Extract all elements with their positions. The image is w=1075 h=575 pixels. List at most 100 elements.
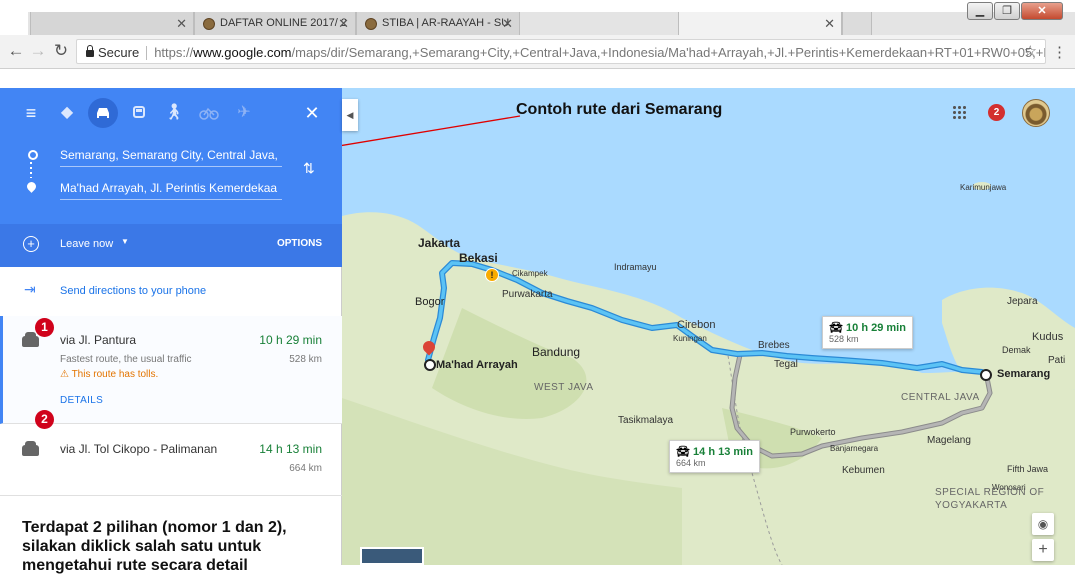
collapse-panel-button[interactable]: ◀	[342, 99, 358, 131]
browser-toolbar: ← → ↻ Secure https://www.google.com/maps/…	[0, 35, 1075, 69]
lock-icon	[86, 45, 94, 58]
car-icon	[22, 441, 39, 456]
browser-tab[interactable]: DAFTAR ONLINE 2017/ 2 ✕	[194, 12, 356, 35]
callout-label: Contoh rute dari Semarang	[516, 101, 723, 118]
satellite-toggle-thumbnail[interactable]	[360, 547, 424, 565]
leave-now-dropdown[interactable]: Leave now	[60, 238, 113, 250]
map-label-bekasi: Bekasi	[459, 251, 498, 265]
directions-panel: ≡ ◆ 🚶︎ ✈︎ ✕ Semarang, Semarang City, Cen…	[0, 88, 342, 565]
swap-endpoints-icon[interactable]: ⇅	[303, 160, 315, 177]
site-favicon-icon	[365, 17, 377, 30]
car-icon	[22, 332, 39, 347]
close-tab-icon[interactable]: ✕	[176, 12, 187, 35]
maximize-icon[interactable]: ❐	[994, 2, 1020, 20]
car-mode-icon[interactable]	[88, 98, 118, 128]
new-tab-button[interactable]	[842, 12, 872, 35]
route-duration: 10 h 29 min	[259, 333, 322, 347]
notification-badge[interactable]: 2	[988, 104, 1005, 121]
map-label-purwakarta: Purwakarta	[502, 289, 553, 300]
browser-menu-icon[interactable]: ⋮	[1052, 43, 1067, 61]
address-divider	[146, 45, 148, 60]
close-tab-icon[interactable]: ✕	[338, 12, 349, 35]
car-icon: 🚘︎	[829, 322, 843, 334]
flight-mode-icon[interactable]: ✈︎	[229, 98, 259, 128]
map-label-brebes: Brebes	[758, 340, 790, 351]
map-label-tegal: Tegal	[774, 359, 798, 370]
address-bar[interactable]: Secure https://www.google.com/maps/dir/Se…	[76, 39, 1046, 64]
route1-box-time: 10 h 29 min	[846, 322, 906, 334]
add-destination-icon[interactable]: +	[23, 236, 39, 252]
maps-top-strip	[0, 69, 1075, 89]
window-controls: ▁ ❐ ✕	[967, 2, 1063, 20]
site-favicon-icon	[203, 17, 215, 30]
destination-pin-icon	[25, 180, 38, 193]
apps-grid-icon[interactable]	[952, 105, 966, 119]
route-details-link[interactable]: DETAILS	[60, 395, 103, 406]
map-label-fifth-jawa: Fifth Jawa	[1007, 464, 1049, 474]
reload-icon[interactable]: ↻	[51, 41, 71, 61]
route1-box-distance: 528 km	[829, 334, 859, 344]
back-arrow-icon[interactable]: ←	[6, 41, 26, 61]
annotation-badge-1: 1	[35, 318, 54, 337]
cycling-mode-icon[interactable]	[194, 98, 224, 128]
origin-input[interactable]: Semarang, Semarang City, Central Java,	[60, 148, 282, 167]
close-directions-icon[interactable]: ✕	[297, 98, 327, 128]
route-distance: 528 km	[289, 354, 322, 365]
map-label-karimunjawa: Karimunjawa	[960, 183, 1007, 192]
annotation-text: Terdapat 2 pilihan (nomor 1 dan 2), sila…	[22, 519, 287, 574]
options-button[interactable]: OPTIONS	[277, 238, 322, 249]
destination-input[interactable]: Ma'had Arrayah, Jl. Perintis Kemerdekaa	[60, 181, 282, 200]
map-label-magelang: Magelang	[927, 435, 971, 446]
route2-box-time: 14 h 13 min	[693, 446, 753, 458]
map-label-bogor: Bogor	[415, 296, 445, 308]
minimize-icon[interactable]: ▁	[967, 2, 993, 20]
route-option[interactable]: via Jl. Tol Cikopo - Palimanan 14 h 13 m…	[0, 424, 342, 496]
window-close-icon[interactable]: ✕	[1021, 2, 1063, 20]
map-canvas[interactable]: Contoh rute dari Semarang Karimunjawa Ja…	[342, 88, 1075, 565]
warning-icon: ⚠	[60, 369, 69, 380]
route-name: via Jl. Tol Cikopo - Palimanan	[60, 442, 218, 456]
route-dots	[30, 162, 32, 178]
route-subtitle: Fastest route, the usual traffic	[60, 354, 192, 365]
avatar[interactable]	[1022, 99, 1050, 127]
browser-tab[interactable]: ✕	[30, 12, 194, 35]
forward-arrow-icon[interactable]: →	[28, 41, 48, 61]
send-to-phone-icon: ⇥	[24, 281, 36, 297]
map-label-kebumen: Kebumen	[842, 465, 885, 476]
route-duration: 14 h 13 min	[259, 442, 322, 456]
route-distance: 664 km	[289, 463, 322, 474]
url-path: /maps/dir/Semarang,+Semarang+City,+Centr…	[291, 45, 1046, 61]
browser-tab-active[interactable]: ✕	[678, 12, 842, 35]
close-tab-icon[interactable]: ✕	[502, 12, 513, 35]
transit-mode-icon[interactable]	[124, 98, 154, 128]
tab-title: DAFTAR ONLINE 2017/ 2	[220, 17, 347, 29]
map-label-tasikmalaya: Tasikmalaya	[618, 415, 674, 426]
best-route-icon[interactable]: ◆	[52, 98, 82, 128]
route1-info-box[interactable]: 🚘︎ 10 h 29 min 528 km	[822, 316, 913, 349]
route2-box-distance: 664 km	[676, 458, 706, 468]
origin-circle-icon	[28, 150, 38, 160]
send-to-phone-row[interactable]: ⇥ Send directions to your phone	[0, 267, 342, 317]
menu-icon[interactable]: ≡	[16, 98, 46, 128]
toll-warning: This route has tolls.	[71, 369, 159, 380]
walking-mode-icon[interactable]: 🚶︎	[159, 98, 189, 128]
close-tab-icon[interactable]: ✕	[824, 12, 835, 35]
leave-now-row: + Leave now ▼ OPTIONS	[0, 224, 342, 267]
map-label-banjarnegara: Banjarnegara	[830, 444, 879, 453]
zoom-in-button[interactable]: +	[1032, 539, 1054, 561]
origin-marker-icon[interactable]	[980, 369, 992, 381]
send-to-phone-link[interactable]: Send directions to your phone	[60, 285, 206, 297]
map-label-purwokerto: Purwokerto	[790, 427, 836, 437]
route-name: via Jl. Pantura	[60, 333, 137, 347]
browser-tab[interactable]: STIBA | AR-RAAYAH - SU ✕	[356, 12, 520, 35]
map-label-mahad: Ma'had Arrayah	[436, 359, 518, 371]
alert-icon[interactable]: !	[485, 268, 499, 282]
my-location-icon[interactable]: ◉	[1032, 513, 1054, 535]
map-label-west-java: WEST JAVA	[534, 382, 594, 393]
map-label-pati: Pati	[1048, 355, 1066, 366]
bookmark-star-icon[interactable]: ☆	[1024, 40, 1037, 63]
directions-header: ≡ ◆ 🚶︎ ✈︎ ✕ Semarang, Semarang City, Cen…	[0, 88, 342, 267]
chevron-down-icon[interactable]: ▼	[121, 237, 129, 246]
route2-info-box[interactable]: 🚘︎ 14 h 13 min 664 km	[669, 440, 760, 473]
map-label-bandung: Bandung	[532, 345, 581, 359]
